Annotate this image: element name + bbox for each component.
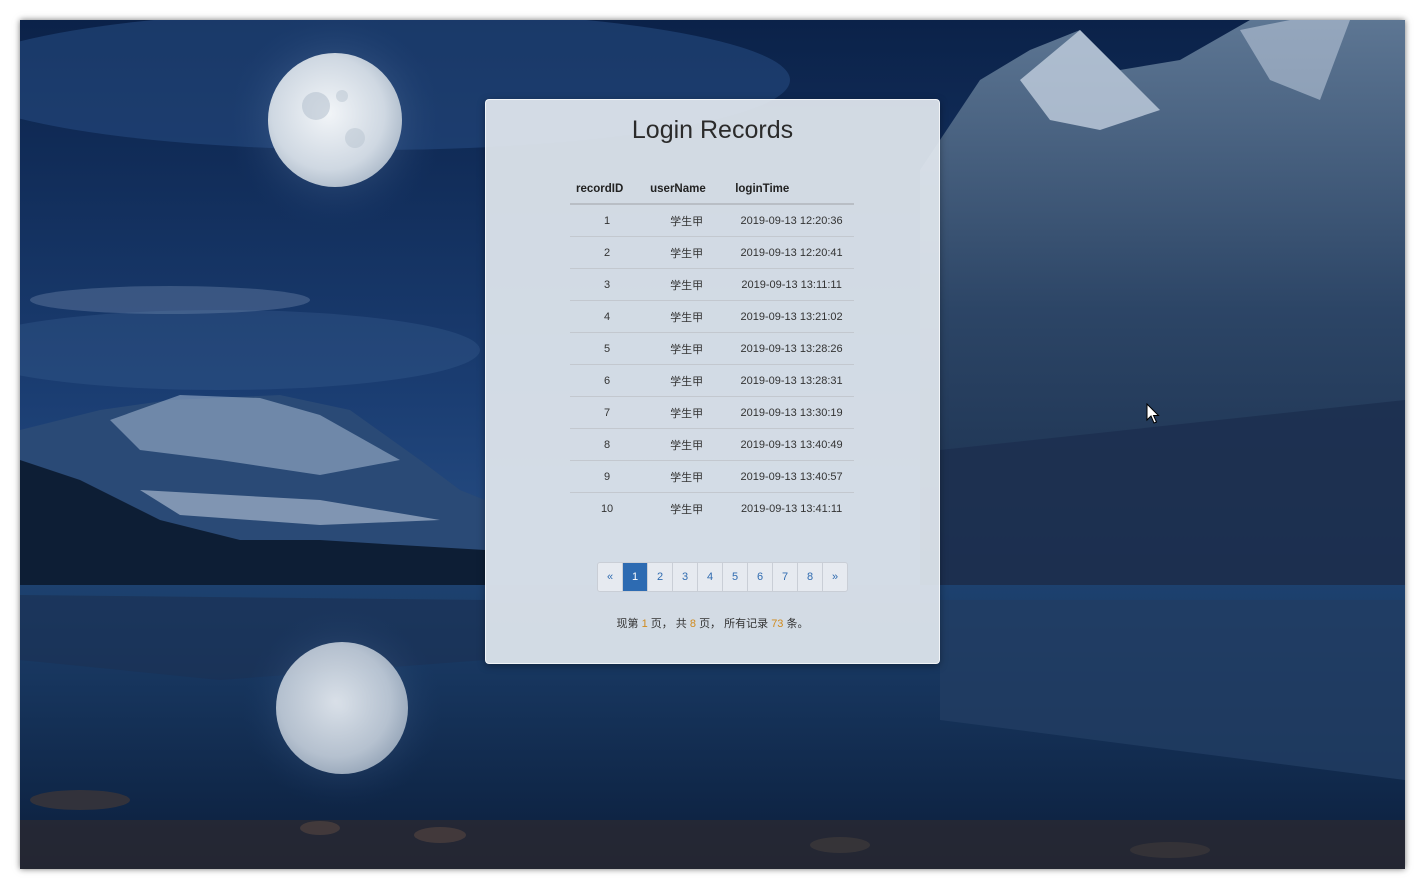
cell-record-id: 7 — [570, 396, 645, 429]
cell-login-time: 2019-09-13 13:28:31 — [729, 364, 854, 397]
table-row: 1 学生甲 2019-09-13 12:20:36 — [570, 204, 854, 237]
pagination-page-5[interactable]: 5 — [722, 563, 747, 591]
cell-user-name: 学生甲 — [644, 236, 730, 269]
column-header-user-name: userName — [644, 174, 730, 205]
cell-login-time: 2019-09-13 13:21:02 — [729, 300, 854, 333]
column-header-record-id: recordID — [570, 174, 645, 205]
cell-login-time: 2019-09-13 13:28:26 — [729, 332, 854, 365]
summary-mid1: 页， 共 — [650, 618, 687, 630]
cell-user-name: 学生甲 — [644, 428, 730, 461]
cell-user-name: 学生甲 — [644, 332, 730, 365]
cell-login-time: 2019-09-13 13:40:49 — [729, 428, 854, 461]
cell-login-time: 2019-09-13 13:30:19 — [729, 396, 854, 429]
cell-record-id: 3 — [570, 268, 645, 301]
cell-record-id: 1 — [570, 204, 645, 237]
pagination-next-button[interactable]: » — [822, 563, 847, 591]
pagination-page-3[interactable]: 3 — [672, 563, 697, 591]
cell-login-time: 2019-09-13 12:20:36 — [729, 204, 854, 237]
cell-record-id: 9 — [570, 460, 645, 493]
cell-login-time: 2019-09-13 12:20:41 — [729, 236, 854, 269]
summary-total-pages: 8 — [689, 618, 696, 630]
table-row: 7 学生甲 2019-09-13 13:30:19 — [570, 396, 854, 429]
login-records-panel: Login Records recordID userName loginTim… — [485, 99, 940, 664]
cell-login-time: 2019-09-13 13:40:57 — [729, 460, 854, 493]
table-row: 3 学生甲 2019-09-13 13:11:11 — [570, 268, 854, 301]
cell-user-name: 学生甲 — [644, 300, 730, 333]
summary-current-page: 1 — [641, 618, 648, 630]
table-row: 6 学生甲 2019-09-13 13:28:31 — [570, 364, 854, 397]
cell-login-time: 2019-09-13 13:41:11 — [740, 502, 843, 515]
pagination-page-6[interactable]: 6 — [747, 563, 772, 591]
table-header-row: recordID userName loginTime — [570, 174, 854, 205]
cell-record-id: 6 — [570, 364, 645, 397]
cell-record-id: 10 — [600, 502, 614, 515]
cell-record-id: 8 — [570, 428, 645, 461]
summary-suffix: 条。 — [786, 618, 809, 630]
summary-mid2: 页， 所有记录 — [699, 618, 769, 630]
table-row: 10 学生甲 2019-09-13 13:41:11 — [570, 493, 854, 525]
cell-user-name: 学生甲 — [644, 204, 730, 237]
cell-user-name: 学生甲 — [644, 364, 730, 397]
pagination-page-8[interactable]: 8 — [797, 563, 822, 591]
app-window: Login Records recordID userName loginTim… — [20, 20, 1405, 869]
pagination-page-4[interactable]: 4 — [697, 563, 722, 591]
cell-record-id: 2 — [570, 236, 645, 269]
page-summary: 现第 1 页， 共 8 页， 所有记录 73 条。 — [486, 615, 939, 631]
pagination-page-7[interactable]: 7 — [772, 563, 797, 591]
cell-record-id: 5 — [570, 332, 645, 365]
summary-prefix: 现第 — [616, 618, 639, 630]
cell-user-name: 学生甲 — [644, 396, 730, 429]
pagination-page-1[interactable]: 1 — [622, 563, 647, 591]
cell-login-time: 2019-09-13 13:11:11 — [729, 268, 854, 301]
pagination: « 1 2 3 4 5 6 7 8 » — [597, 562, 848, 592]
cell-user-name: 学生甲 — [644, 268, 730, 301]
table-row: 2 学生甲 2019-09-13 12:20:41 — [570, 236, 854, 269]
pagination-page-2[interactable]: 2 — [647, 563, 672, 591]
page-title: Login Records — [631, 116, 794, 144]
mouse-pointer-icon — [1146, 403, 1160, 424]
records-table: recordID userName loginTime 1 学生甲 2019-0… — [570, 174, 854, 524]
table-row: 8 学生甲 2019-09-13 13:40:49 — [570, 428, 854, 461]
table-row: 5 学生甲 2019-09-13 13:28:26 — [570, 332, 854, 365]
cell-record-id: 4 — [570, 300, 645, 333]
summary-total-records: 73 — [771, 618, 784, 630]
pagination-prev-button[interactable]: « — [598, 563, 622, 591]
cell-user-name: 学生甲 — [644, 460, 730, 493]
table-row: 9 学生甲 2019-09-13 13:40:57 — [570, 460, 854, 493]
table-row: 4 学生甲 2019-09-13 13:21:02 — [570, 300, 854, 333]
cell-user-name: 学生甲 — [670, 503, 704, 516]
column-header-login-time: loginTime — [729, 174, 854, 205]
